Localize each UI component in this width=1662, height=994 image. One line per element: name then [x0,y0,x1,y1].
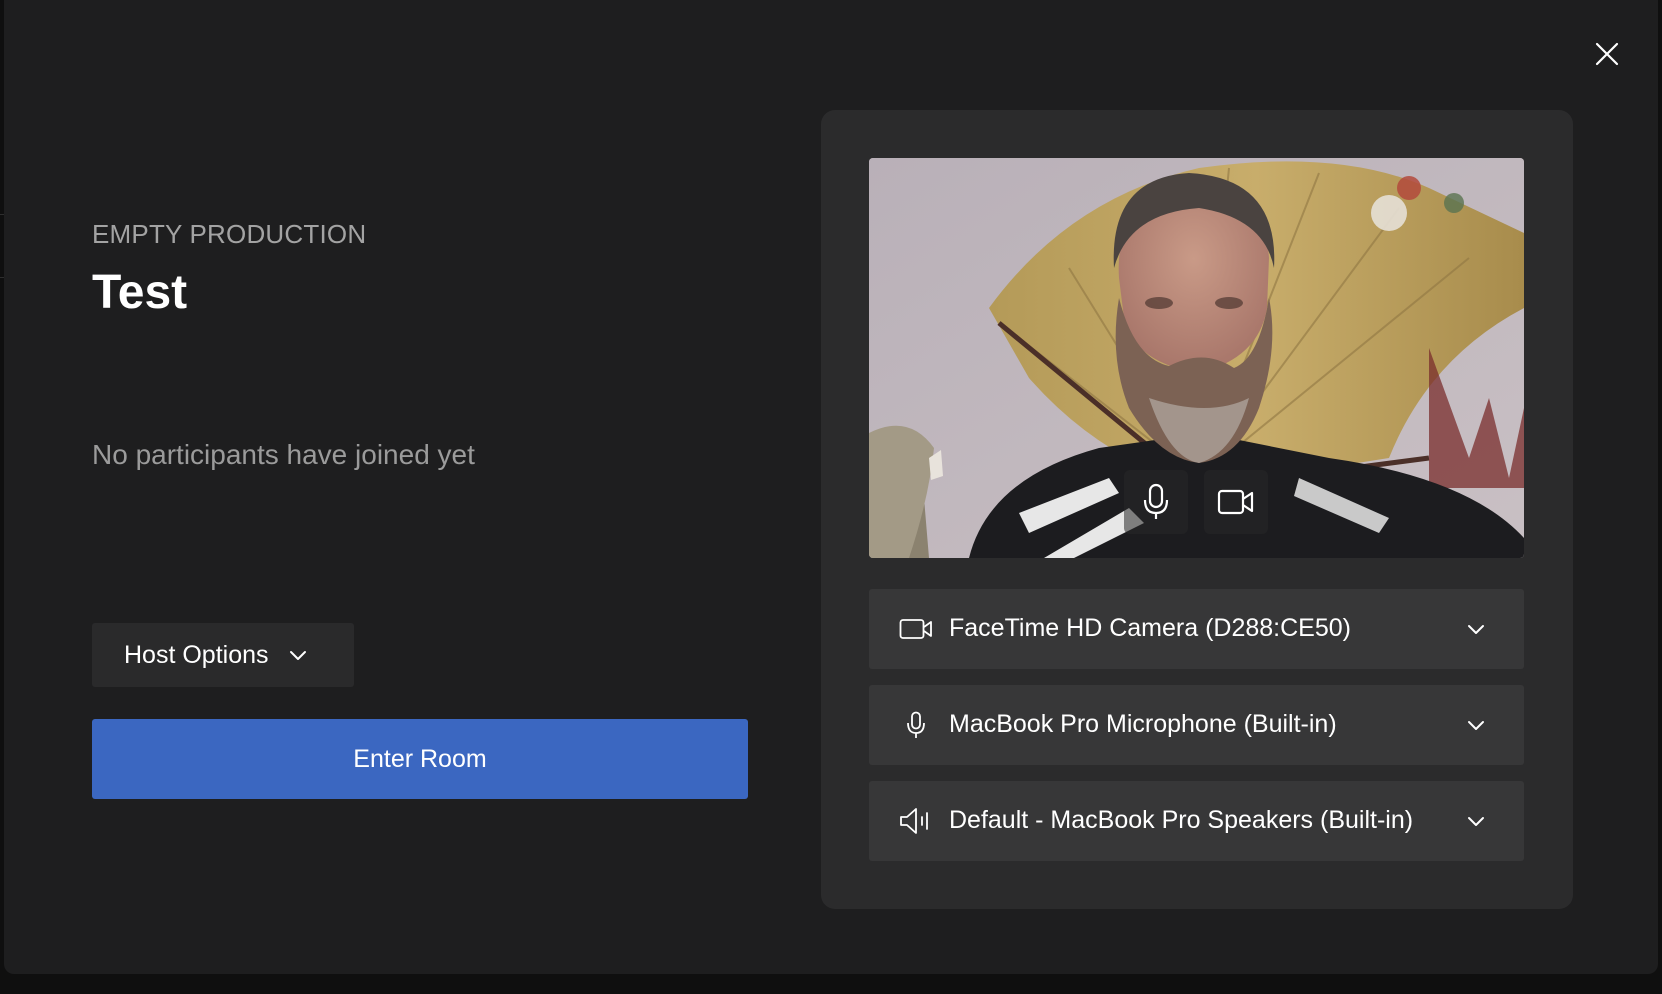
close-icon [1595,42,1619,66]
camera-feed-image [869,158,1524,558]
camera-preview [869,158,1524,558]
chevron-down-icon [289,649,307,661]
microphone-icon [1143,483,1169,519]
microphone-select[interactable]: MacBook Pro Microphone (Built-in) [869,685,1524,765]
host-options-dropdown[interactable]: Host Options [92,623,354,687]
device-settings-panel: FaceTime HD Camera (D288:CE50) MacBook P… [821,110,1573,909]
close-button[interactable] [1589,36,1625,72]
microphone-icon [899,709,933,741]
room-title: Test [92,266,188,319]
host-options-label: Host Options [124,640,269,669]
preview-camera-toggle[interactable] [1204,470,1268,534]
production-label: EMPTY PRODUCTION [92,219,367,249]
chevron-down-icon [1466,811,1486,831]
join-room-dialog: EMPTY PRODUCTION Test No participants ha… [4,0,1658,974]
video-camera-icon [1217,489,1254,515]
microphone-select-label: MacBook Pro Microphone (Built-in) [949,710,1337,738]
enter-room-button[interactable]: Enter Room [92,719,748,799]
speaker-select[interactable]: Default - MacBook Pro Speakers (Built-in… [869,781,1524,861]
chevron-down-icon [1466,619,1486,639]
participants-status: No participants have joined yet [92,439,475,470]
camera-select[interactable]: FaceTime HD Camera (D288:CE50) [869,589,1524,669]
video-camera-icon [899,613,933,645]
preview-mic-toggle[interactable] [1124,470,1188,534]
speaker-icon [899,805,933,837]
speaker-select-label: Default - MacBook Pro Speakers (Built-in… [949,806,1414,834]
camera-select-label: FaceTime HD Camera (D288:CE50) [949,614,1351,642]
chevron-down-icon [1466,715,1486,735]
